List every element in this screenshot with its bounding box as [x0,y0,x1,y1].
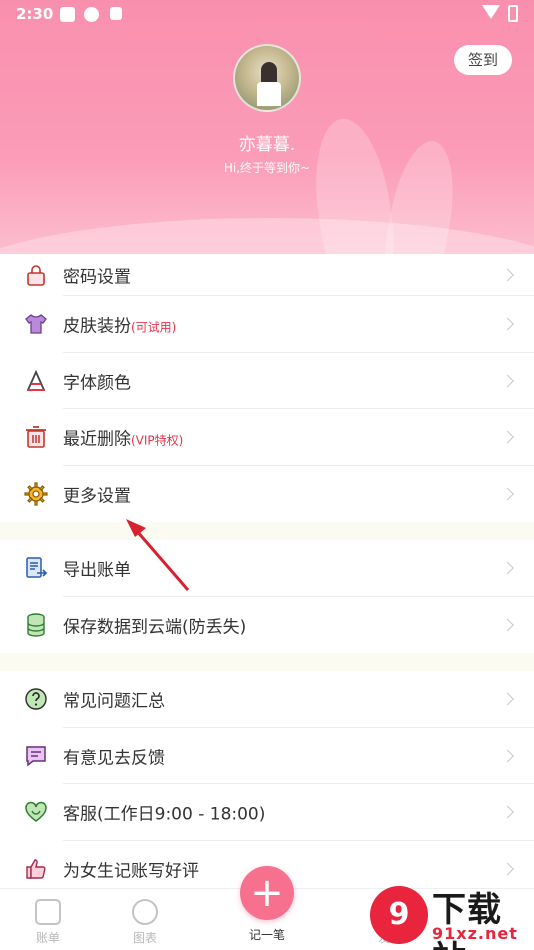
nav-charts[interactable]: 图表 [115,899,175,946]
nav-bills[interactable]: 账单 [18,899,78,946]
add-record-button[interactable]: + [240,866,294,920]
annotation-arrow [126,519,190,591]
watermark-url: 91xz.net [432,924,518,943]
nav-label: 账单 [35,931,60,945]
nav-label: 图表 [132,931,157,945]
bills-icon [35,899,61,925]
watermark-logo: 9 [370,886,428,944]
watermark: 9 下载站 91xz.net [370,880,534,950]
add-record-label: 记一笔 [248,928,285,942]
pie-chart-icon [132,899,158,925]
